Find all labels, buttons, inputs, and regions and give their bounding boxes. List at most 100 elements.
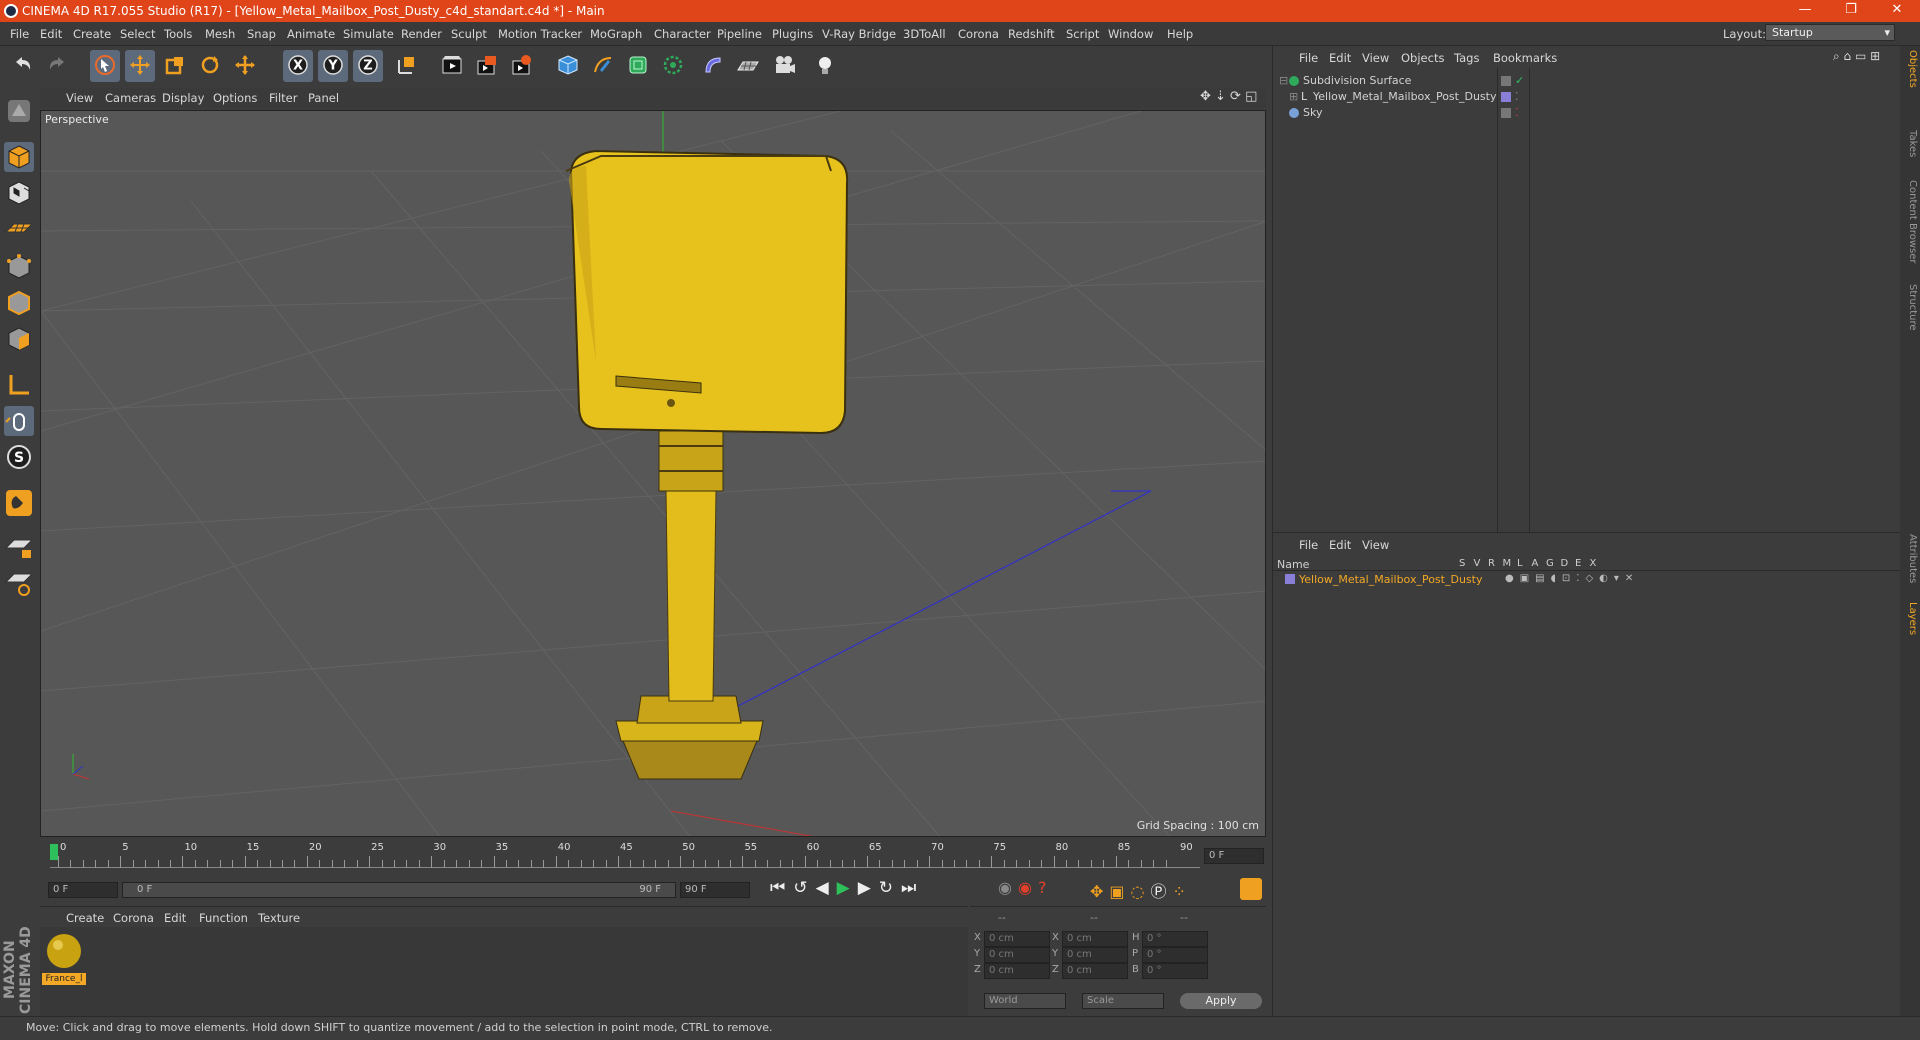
render-settings-button[interactable]	[507, 50, 537, 82]
scale-dropdown[interactable]: Scale	[1082, 993, 1164, 1009]
layer-color-icon[interactable]	[1285, 574, 1295, 584]
menu-mesh[interactable]: Mesh	[205, 27, 235, 41]
close-button[interactable]: ✕	[1874, 0, 1920, 22]
minimize-button[interactable]: —	[1782, 0, 1828, 22]
render-to-picture-viewer-button[interactable]	[472, 50, 502, 82]
prev-key-icon[interactable]: ↺	[793, 878, 815, 898]
end-frame-field[interactable]: 90 F	[680, 882, 750, 898]
tab-attributes[interactable]: Attributes	[1902, 534, 1918, 583]
objects-menu-edit[interactable]: Edit	[1329, 51, 1351, 65]
spline-pen-button[interactable]	[588, 50, 618, 82]
layer-color-icon[interactable]	[1501, 92, 1511, 102]
current-frame-field[interactable]: 0 F	[1204, 848, 1264, 864]
coord-value-field[interactable]: 0 cm	[1062, 931, 1128, 947]
visibility-dots-icon[interactable]: ⁚	[1515, 90, 1519, 103]
restore-button[interactable]: ❐	[1828, 0, 1874, 22]
menu-snap[interactable]: Snap	[247, 27, 276, 41]
menu-simulate[interactable]: Simulate	[343, 27, 394, 41]
menu-vray-bridge[interactable]: V-Ray Bridge	[822, 27, 896, 41]
key-rotation-icon[interactable]: ◌	[1131, 882, 1151, 901]
rotate-tool-button[interactable]	[195, 50, 225, 82]
menu-redshift[interactable]: Redshift	[1008, 27, 1055, 41]
magnet-button[interactable]	[4, 488, 34, 518]
material-menu-corona[interactable]: Corona	[113, 911, 154, 925]
timeline-playhead[interactable]	[50, 844, 58, 860]
undo-button[interactable]	[8, 50, 38, 82]
layers-column-header[interactable]: R	[1488, 558, 1495, 569]
layers-column-header[interactable]: E	[1575, 558, 1581, 569]
layers-column-header[interactable]: L	[1517, 558, 1523, 569]
menu-create[interactable]: Create	[73, 27, 111, 41]
menu-edit[interactable]: Edit	[40, 27, 62, 41]
object-row-subdivision-surface[interactable]: ⊟ Subdivision Surface ✓	[1273, 74, 1901, 90]
timeline-ruler[interactable]: 0 5 10 15 20 25 30 35 40 45 50 55 60 65 70 75 80 85 90 0 F	[40, 838, 1266, 874]
camera-button[interactable]	[770, 50, 800, 82]
objects-menu-file[interactable]: File	[1299, 51, 1318, 65]
make-editable-button[interactable]	[4, 96, 34, 126]
world-dropdown[interactable]: World	[984, 993, 1066, 1009]
tab-objects[interactable]: Objects	[1902, 50, 1918, 88]
tab-takes[interactable]: Takes	[1902, 130, 1918, 157]
grid-snap-button[interactable]	[4, 568, 34, 598]
coord-value-field[interactable]: 0 cm	[984, 963, 1050, 979]
material-thumbnail[interactable]	[44, 931, 84, 971]
autokey-icon[interactable]: ◉	[1018, 878, 1038, 897]
objects-menu-objects[interactable]: Objects	[1401, 51, 1444, 65]
scale-tool-button[interactable]	[160, 50, 190, 82]
material-menu-texture[interactable]: Texture	[258, 911, 300, 925]
coord-value-field[interactable]: 0 °	[1142, 931, 1208, 947]
menu-character[interactable]: Character	[654, 27, 711, 41]
subdivision-surface-button[interactable]	[623, 50, 653, 82]
menu-render[interactable]: Render	[401, 27, 442, 41]
tab-layers[interactable]: Layers	[1902, 602, 1918, 635]
polygons-mode-button[interactable]	[4, 324, 34, 354]
coord-value-field[interactable]: 0 cm	[984, 947, 1050, 963]
deformer-button[interactable]	[698, 50, 728, 82]
layers-menu-view[interactable]: View	[1362, 538, 1389, 552]
viewport-menu-cameras[interactable]: Cameras	[105, 91, 156, 105]
layers-column-header[interactable]: M	[1503, 558, 1512, 569]
x-axis-lock-button[interactable]: X	[283, 50, 313, 82]
perspective-viewport[interactable]: Perspective Grid Spacing : 100 cm	[40, 110, 1266, 837]
layers-column-header[interactable]: A	[1532, 558, 1539, 569]
layer-flags-icon[interactable]: ●▣▤◖⊡⁚◇◐▾✕	[1505, 573, 1639, 584]
key-position-icon[interactable]: ✥	[1090, 882, 1109, 901]
texture-mode-button[interactable]	[4, 178, 34, 208]
array-button[interactable]	[658, 50, 688, 82]
workplane-button[interactable]	[4, 214, 34, 244]
viewport-nav-icon[interactable]: ✥ ⇣ ⟳ ◱	[1200, 89, 1257, 104]
mailbox-model[interactable]	[565, 149, 849, 780]
menu-script[interactable]: Script	[1066, 27, 1099, 41]
visibility-icon[interactable]	[1501, 76, 1511, 86]
go-to-end-icon[interactable]: ⏭	[901, 878, 924, 898]
layers-column-header[interactable]: S	[1459, 558, 1465, 569]
start-frame-field[interactable]: 0 F	[48, 882, 118, 898]
light-button[interactable]	[810, 50, 840, 82]
menu-help[interactable]: Help	[1167, 27, 1193, 41]
material-menu-function[interactable]: Function	[199, 911, 248, 925]
visibility-dots-icon[interactable]: ⁚	[1515, 106, 1519, 119]
key-pla-icon[interactable]: ⁘	[1173, 882, 1192, 901]
coord-value-field[interactable]: 0 cm	[984, 931, 1050, 947]
layers-column-header[interactable]: D	[1561, 558, 1569, 569]
object-row-sky[interactable]: Sky ⁚	[1273, 106, 1901, 122]
key-param-icon[interactable]: Ⓟ	[1151, 882, 1173, 901]
material-name[interactable]: France_l	[42, 973, 86, 985]
tree-expand-icon[interactable]: ⊞	[1289, 90, 1298, 103]
menu-animate[interactable]: Animate	[287, 27, 335, 41]
menu-plugins[interactable]: Plugins	[772, 27, 813, 41]
menu-corona[interactable]: Corona	[958, 27, 999, 41]
live-move-button[interactable]	[230, 50, 260, 82]
coord-value-field[interactable]: 0 °	[1142, 947, 1208, 963]
axis-mode-button[interactable]	[4, 370, 34, 400]
layer-row-mailbox[interactable]: Yellow_Metal_Mailbox_Post_Dusty ●▣▤◖⊡⁚◇◐…	[1273, 573, 1901, 589]
z-axis-lock-button[interactable]: Z	[353, 50, 383, 82]
next-frame-icon[interactable]: ▶	[858, 878, 879, 898]
viewport-menu-options[interactable]: Options	[213, 91, 257, 105]
layers-column-header[interactable]: G	[1546, 558, 1554, 569]
menu-tools[interactable]: Tools	[164, 27, 192, 41]
object-row-mailbox[interactable]: ⊞ L Yellow_Metal_Mailbox_Post_Dusty ⁚	[1273, 90, 1901, 106]
layers-menu-edit[interactable]: Edit	[1329, 538, 1351, 552]
menu-pipeline[interactable]: Pipeline	[717, 27, 762, 41]
menu-3dtoall[interactable]: 3DToAll	[903, 27, 946, 41]
